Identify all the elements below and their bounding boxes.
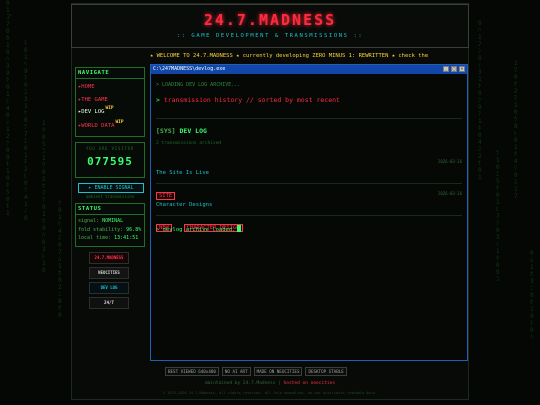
- devlog-window: C:\247MADNESS\devlog.exe _ □ × > LOADING…: [150, 64, 468, 361]
- sidebar: NAVIGATE ▸HOME ▸THE GAME ▸DEV LOGWIP ▸WO…: [75, 67, 145, 312]
- footer-buttons: BEST VIEWED 640x480 NO AI ART MADE ON NE…: [165, 367, 377, 376]
- status-row-signal: signal: NOMINAL: [76, 217, 144, 226]
- section-name: DEV LOG: [179, 127, 207, 135]
- nav-panel: NAVIGATE ▸HOME ▸THE GAME ▸DEV LOGWIP ▸WO…: [75, 67, 145, 137]
- status-row-time: local time: 13:41:51: [76, 234, 144, 243]
- status-label: local time:: [78, 235, 112, 241]
- visitor-counter: YOU ARE VISITOR 077595: [75, 142, 145, 178]
- divider: [156, 118, 462, 119]
- footer-copyright: © 2025-2026 24.7.Madness. all rights res…: [162, 391, 378, 395]
- matrix-rain-left-1: 0 1 ア 7 0 ｶ 1 0 ﾊ 3 9 ｸ 0 1 ﾐ 4 0 ｼ 1 2 …: [6, 0, 13, 217]
- entry-title[interactable]: Character Designs: [156, 202, 212, 208]
- status-list: signal: NOMINAL fold stability: 96.8% lo…: [76, 215, 144, 246]
- status-panel: STATUS signal: NOMINAL fold stability: 9…: [75, 203, 145, 247]
- nav-item-world-data[interactable]: ▸WORLD DATAWIP: [78, 120, 142, 134]
- visitor-label: YOU ARE VISITOR: [85, 146, 135, 151]
- wip-badge: WIP: [115, 119, 124, 125]
- cursor-block: [237, 225, 242, 232]
- site-header: 24.7.MADNESS :: GAME DEVELOPMENT & TRANS…: [71, 4, 469, 48]
- divider: [156, 215, 462, 216]
- loading-line: > LOADING DEV LOG ARCHIVE...: [156, 82, 241, 88]
- badge-247[interactable]: 24/7: [89, 296, 129, 309]
- badge-247madness[interactable]: 24.7.MADNESS: [89, 251, 129, 264]
- signal-caption: ambient transmission: [85, 194, 135, 199]
- credit-text: maintained by 24.7.Madness |: [204, 381, 281, 386]
- status-value: 96.8%: [126, 226, 142, 233]
- footer-credit: maintained by 24.7.Madness | hosted on n…: [71, 381, 469, 386]
- matrix-rain-right-1: 0 ﾊ 1 7 ｼ 0 ﾐ 3 1 ｷ 0 ﾂ 9 ｱ 1 ﾎ 0 4 ﾕ 2 …: [478, 20, 482, 181]
- status-label: signal:: [78, 218, 100, 224]
- nav-item-the-game[interactable]: ▸THE GAME: [78, 94, 142, 107]
- status-label: fold stability:: [78, 226, 124, 233]
- matrix-rain-right-3: 1 ﾜ 0 ｾ 2 ﾏ 1 0 ｳ 8 ﾚ 0 1 ｸ 4 ﾘ 0 ｽ 1 7: [514, 60, 518, 200]
- wip-badge: WIP: [105, 106, 114, 111]
- matrix-rain-right-2: ﾗ 1 0 ｴ 5 ﾁ 0 1 ﾋ 7 ｿ 0 3 ﾉ 1 ﾈ 0 9 ｺ: [496, 150, 500, 283]
- entry-date: 2026-03-26: [437, 191, 462, 196]
- nav-item-label: ▸HOME: [78, 84, 95, 90]
- command-prefix: >: [156, 96, 160, 104]
- status-value: NOMINAL: [102, 218, 124, 224]
- nav-item-home[interactable]: ▸HOME: [78, 81, 142, 94]
- section-subtitle: 2 transmissions archived: [156, 141, 222, 146]
- matrix-rain-left-3: 1 ﾈ 0 5 ｺ 1 ﾜ 0 2 ｾ 7 ﾏ 0 1 ｳ 9 ﾊ 0 3 ﾚ …: [42, 120, 46, 274]
- nav-list: ▸HOME ▸THE GAME ▸DEV LOGWIP ▸WORLD DATAW…: [76, 79, 144, 136]
- matrix-rain-left-4: ｸ 0 1 ﾘ 4 ｽ 0 7 ﾑ 1 ｶ 0 2 ﾆ 8 ｵ 0: [58, 200, 62, 319]
- badge-dev-log[interactable]: DEV LOG: [89, 281, 129, 294]
- close-button[interactable]: ×: [459, 66, 465, 72]
- footer-button-no-ai-art[interactable]: NO AI ART: [221, 367, 251, 376]
- badge-neocities[interactable]: NEOCITIES: [89, 266, 129, 279]
- status-value: 13:41:51: [114, 235, 139, 241]
- maximize-button[interactable]: □: [451, 66, 457, 72]
- nav-item-label: ▸THE GAME: [78, 96, 108, 103]
- section-heading: [SYS] DEV LOG: [156, 127, 207, 135]
- nav-item-dev-log[interactable]: ▸DEV LOGWIP: [78, 106, 142, 120]
- news-ticker: ★ WELCOME TO 24.7.MADNESS ★ currently de…: [150, 53, 429, 59]
- matrix-rain-right-4: 0 ﾑ 1 ｶ 3 ﾆ 0 ｵ 1 9 ﾃ 0 ﾍ: [530, 250, 534, 341]
- divider: [156, 183, 462, 184]
- terminal-prompt: > devlog archive loaded.: [156, 225, 242, 233]
- window-titlebar[interactable]: C:\247MADNESS\devlog.exe _ □ ×: [151, 65, 467, 74]
- status-title: STATUS: [76, 204, 144, 215]
- window-title: C:\247MADNESS\devlog.exe: [153, 66, 226, 72]
- section-prefix: [SYS]: [156, 127, 176, 135]
- badge-stack: 24.7.MADNESS NEOCITIES DEV LOG 24/7: [89, 251, 129, 309]
- enable-signal-button[interactable]: ▸ ENABLE SIGNAL: [78, 183, 144, 193]
- entry-title[interactable]: The Site Is Live: [156, 170, 209, 176]
- prompt-text: > devlog archive loaded.: [156, 227, 236, 233]
- command-text: transmission history // sorted by most r…: [163, 96, 340, 104]
- visitor-count: 077595: [87, 155, 133, 168]
- footer-button-neocities[interactable]: MADE ON NEOCITIES: [253, 367, 303, 376]
- site-title: 24.7.MADNESS: [203, 11, 337, 29]
- command-line: > transmission history // sorted by most…: [156, 96, 340, 104]
- nav-title: NAVIGATE: [76, 68, 144, 79]
- site-subtitle: :: GAME DEVELOPMENT & TRANSMISSIONS ::: [176, 33, 364, 39]
- minimize-button[interactable]: _: [443, 66, 449, 72]
- matrix-rain-left-2: ﾃ 0 1 ﾍ 9 ｱ 0 ﾕ 3 1 ｹ 0 ﾗ 7 ｴ 0 1 ﾁ 2 ﾋ …: [24, 40, 28, 222]
- footer-button-desktop-stable[interactable]: DESKTOP STABLE: [305, 367, 347, 376]
- footer-button-best-viewed[interactable]: BEST VIEWED 640x480: [165, 367, 219, 376]
- entry-date: 2026-03-26: [437, 159, 462, 164]
- status-row-fold: fold stability: 96.8%: [76, 226, 144, 235]
- nav-item-label: ▸WORLD DATA: [78, 122, 115, 129]
- neocities-link[interactable]: hosted on neocities: [284, 381, 335, 386]
- nav-item-label: ▸DEV LOG: [78, 109, 105, 115]
